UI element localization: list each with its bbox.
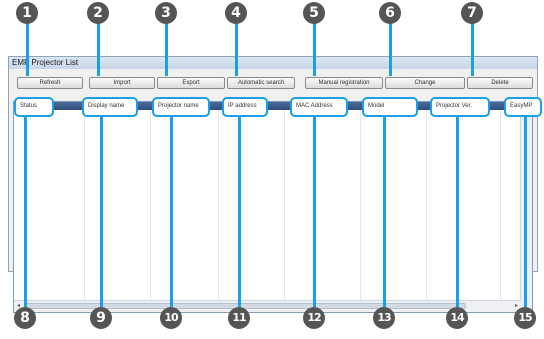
column-ip-address[interactable]: IP address bbox=[222, 97, 268, 117]
horizontal-scrollbar[interactable]: ◂ ▸ bbox=[14, 300, 521, 312]
column-model[interactable]: Model bbox=[362, 97, 418, 117]
callout-badge-12: 12 bbox=[303, 307, 325, 329]
column-easymp[interactable]: EasyMP bbox=[504, 97, 542, 117]
delete-button[interactable]: Delete bbox=[467, 77, 533, 89]
import-button[interactable]: Import bbox=[89, 77, 155, 89]
change-button[interactable]: Change bbox=[385, 77, 465, 89]
callout-badge-11: 11 bbox=[228, 307, 250, 329]
callout-badge-8: 8 bbox=[14, 307, 36, 329]
callout-badge-2: 2 bbox=[87, 2, 109, 24]
callout-badge-5: 5 bbox=[303, 2, 325, 24]
callout-badge-4: 4 bbox=[225, 2, 247, 24]
column-projector-ver[interactable]: Projector Ver. bbox=[430, 97, 490, 117]
callout-badge-3: 3 bbox=[155, 2, 177, 24]
column-projector-name[interactable]: Projector name bbox=[152, 97, 210, 117]
window-title: EMP Projector List bbox=[9, 57, 537, 69]
refresh-button[interactable]: Refresh bbox=[17, 77, 83, 89]
callout-badge-15: 15 bbox=[514, 307, 536, 329]
callout-badge-7: 7 bbox=[461, 2, 483, 24]
column-status[interactable]: Status bbox=[14, 97, 54, 117]
projector-list-table[interactable]: ◂ ▸ bbox=[13, 101, 533, 313]
callout-badge-9: 9 bbox=[90, 307, 112, 329]
automatic-search-button[interactable]: Automatic search bbox=[227, 77, 295, 89]
horizontal-scroll-thumb[interactable] bbox=[26, 303, 466, 309]
callout-badge-13: 13 bbox=[373, 307, 395, 329]
callout-badge-14: 14 bbox=[446, 307, 468, 329]
column-display-name[interactable]: Display name bbox=[82, 97, 138, 117]
callout-badge-1: 1 bbox=[16, 2, 38, 24]
callout-badge-10: 10 bbox=[160, 307, 182, 329]
callout-badge-6: 6 bbox=[379, 2, 401, 24]
column-mac-address[interactable]: MAC Address bbox=[290, 97, 348, 117]
export-button[interactable]: Export bbox=[157, 77, 225, 89]
manual-registration-button[interactable]: Manual registration bbox=[305, 77, 383, 89]
